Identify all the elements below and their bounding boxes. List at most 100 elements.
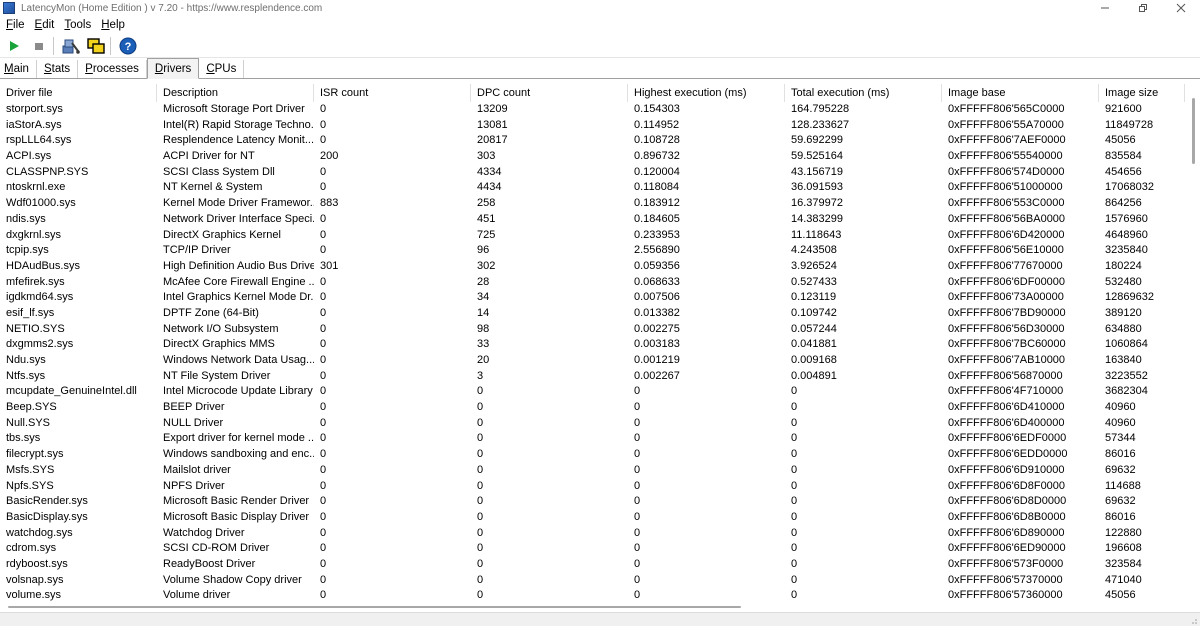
table-row[interactable]: HDAudBus.sys High Definition Audio Bus Dr… (0, 259, 1185, 275)
table-row[interactable]: mfefirek.sys McAfee Core Firewall Engine … (0, 275, 1185, 291)
cell-isr-count: 0 (320, 432, 327, 445)
cell-total-execution: 0 (791, 479, 798, 492)
menu-bar: File Edit Tools Help (0, 17, 1200, 33)
stop-button[interactable] (28, 36, 50, 56)
cell-description: DPTF Zone (64-Bit) (163, 306, 259, 319)
table-row[interactable]: volume.sys Volume driver 0 0 0 0 0xFFFFF806'57… (0, 588, 1185, 604)
column-header-image-base[interactable]: Image base (942, 84, 1099, 102)
cell-image-size: 921600 (1105, 103, 1142, 115)
menu-help[interactable]: Help (95, 19, 129, 31)
cell-isr-count: 0 (320, 118, 327, 131)
tab-cpus-label: PUs (214, 63, 237, 75)
table-row[interactable]: NETIO.SYS Network I/O Subsystem 0 98 0.00227… (0, 322, 1185, 338)
table-row[interactable]: ACPI.sys ACPI Driver for NT 200 303 0.896732… (0, 149, 1185, 165)
table-row[interactable]: BasicRender.sys Microsoft Basic Render Dr… (0, 494, 1185, 510)
maximize-button[interactable] (1124, 0, 1162, 16)
minimize-button[interactable] (1086, 0, 1124, 16)
cell-image-size: 471040 (1105, 573, 1142, 586)
cell-dpc-count: 0 (477, 526, 484, 539)
tab-main[interactable]: Main (0, 60, 37, 78)
close-button[interactable] (1162, 0, 1200, 16)
cell-driver-file: NETIO.SYS (6, 322, 65, 335)
table-row[interactable]: dxgmms2.sys DirectX Graphics MMS 0 33 0.0031… (0, 337, 1185, 353)
drivers-button[interactable] (60, 36, 82, 56)
cell-image-base: 0xFFFFF806'56BA0000 (948, 212, 1066, 225)
cell-highest-execution: 0 (634, 557, 641, 570)
cell-highest-execution: 0.003183 (634, 338, 680, 351)
table-row[interactable]: Msfs.SYS Mailslot driver 0 0 0 0 0xFFFFF806'6D… (0, 463, 1185, 479)
table-row[interactable]: tbs.sys Export driver for kernel mode ...… (0, 431, 1185, 447)
cell-isr-count: 0 (320, 495, 327, 508)
cell-description: Microsoft Storage Port Driver (163, 103, 305, 115)
windows-button[interactable] (85, 36, 107, 56)
table-row[interactable]: Wdf01000.sys Kernel Mode Driver Framewor.… (0, 196, 1185, 212)
table-row[interactable]: rdyboost.sys ReadyBoost Driver 0 0 0 0 0xFFFFF… (0, 557, 1185, 573)
vertical-scrollbar[interactable] (1191, 98, 1197, 603)
cell-dpc-count: 451 (477, 212, 496, 225)
menu-edit[interactable]: Edit (29, 19, 59, 31)
table-row[interactable]: storport.sys Microsoft Storage Port Drive… (0, 102, 1185, 118)
table-row[interactable]: rspLLL64.sys Resplendence Latency Monit..… (0, 133, 1185, 149)
column-header-total-execution[interactable]: Total execution (ms) (785, 84, 942, 102)
table-row[interactable]: cdrom.sys SCSI CD-ROM Driver 0 0 0 0 0xFFFFF80… (0, 541, 1185, 557)
cell-description: Resplendence Latency Monit... (163, 134, 314, 147)
cell-driver-file: ndis.sys (6, 212, 46, 225)
cell-total-execution: 59.692299 (791, 134, 843, 147)
cell-description: Watchdog Driver (163, 526, 245, 539)
table-row[interactable]: Beep.SYS BEEP Driver 0 0 0 0 0xFFFFF806'6D4100… (0, 400, 1185, 416)
tab-stats[interactable]: Stats (36, 60, 79, 78)
horizontal-scroll-thumb[interactable] (8, 606, 741, 608)
cell-description: Microsoft Basic Render Driver (163, 495, 310, 508)
menu-file[interactable]: File (0, 19, 29, 31)
cell-highest-execution: 0 (634, 526, 641, 539)
column-header-driver-file[interactable]: Driver file (0, 84, 157, 102)
tab-cpus[interactable]: C PUs (199, 60, 245, 78)
cell-dpc-count: 4434 (477, 181, 502, 194)
cell-image-base: 0xFFFFF806'6ED90000 (948, 542, 1066, 555)
table-row[interactable]: watchdog.sys Watchdog Driver 0 0 0 0 0xFFFFF80… (0, 526, 1185, 542)
column-header-isr-count[interactable]: ISR count (314, 84, 471, 102)
cell-highest-execution: 0.068633 (634, 275, 680, 288)
table-row[interactable]: dxgkrnl.sys DirectX Graphics Kernel 0 725 0.… (0, 228, 1185, 244)
table-row[interactable]: ndis.sys Network Driver Interface Speci..… (0, 212, 1185, 228)
resize-grip-icon[interactable] (1188, 615, 1198, 625)
cell-image-size: 323584 (1105, 557, 1142, 570)
cell-total-execution: 43.156719 (791, 165, 843, 178)
table-row[interactable]: filecrypt.sys Windows sandboxing and enc.… (0, 447, 1185, 463)
tab-drivers[interactable]: Drivers (146, 58, 200, 79)
column-header-description[interactable]: Description (157, 84, 314, 102)
help-button[interactable]: ? (117, 36, 139, 56)
table-row[interactable]: esif_lf.sys DPTF Zone (64-Bit) 0 14 0.013382… (0, 306, 1185, 322)
table-row[interactable]: igdkmd64.sys Intel Graphics Kernel Mode D… (0, 290, 1185, 306)
table-row[interactable]: BasicDisplay.sys Microsoft Basic Display … (0, 510, 1185, 526)
table-row[interactable]: CLASSPNP.SYS SCSI Class System Dll 0 4334 0.… (0, 165, 1185, 181)
table-row[interactable]: mcupdate_GenuineIntel.dll Intel Microcode… (0, 384, 1185, 400)
table-row[interactable]: Ndu.sys Windows Network Data Usag... 0 20 0.… (0, 353, 1185, 369)
table-row[interactable]: Null.SYS NULL Driver 0 0 0 0 0xFFFFF806'6D4000… (0, 416, 1185, 432)
column-header-highest-execution[interactable]: Highest execution (ms) (628, 84, 785, 102)
cell-image-base: 0xFFFFF806'574D0000 (948, 165, 1065, 178)
cell-driver-file: filecrypt.sys (6, 448, 64, 461)
menu-tools[interactable]: Tools (58, 19, 95, 31)
cell-image-size: 86016 (1105, 510, 1136, 523)
tab-processes[interactable]: Processes (78, 60, 147, 78)
cell-driver-file: dxgkrnl.sys (6, 228, 62, 241)
vertical-scroll-thumb[interactable] (1192, 98, 1195, 164)
cell-highest-execution: 0 (634, 542, 641, 555)
cell-image-size: 1576960 (1105, 212, 1148, 225)
cell-dpc-count: 0 (477, 557, 484, 570)
cell-total-execution: 0 (791, 589, 798, 602)
table-row[interactable]: Ntfs.sys NT File System Driver 0 3 0.002267 0… (0, 369, 1185, 385)
column-header-dpc-count[interactable]: DPC count (471, 84, 628, 102)
cell-image-base: 0xFFFFF806'57370000 (948, 573, 1063, 586)
cell-image-size: 1060864 (1105, 338, 1148, 351)
table-row[interactable]: iaStorA.sys Intel(R) Rapid Storage Techno… (0, 118, 1185, 134)
column-header-image-size[interactable]: Image size (1099, 84, 1185, 102)
table-row[interactable]: volsnap.sys Volume Shadow Copy driver 0 0 0 0… (0, 573, 1185, 589)
table-row[interactable]: Npfs.SYS NPFS Driver 0 0 0 0 0xFFFFF806'6D8F00… (0, 479, 1185, 495)
horizontal-scrollbar[interactable] (0, 604, 1190, 610)
table-row[interactable]: ntoskrnl.exe NT Kernel & System 0 4434 0.118… (0, 180, 1185, 196)
start-button[interactable] (3, 36, 25, 56)
table-row[interactable]: tcpip.sys TCP/IP Driver 0 96 2.556890 4.24350… (0, 243, 1185, 259)
cell-total-execution: 0 (791, 557, 798, 570)
